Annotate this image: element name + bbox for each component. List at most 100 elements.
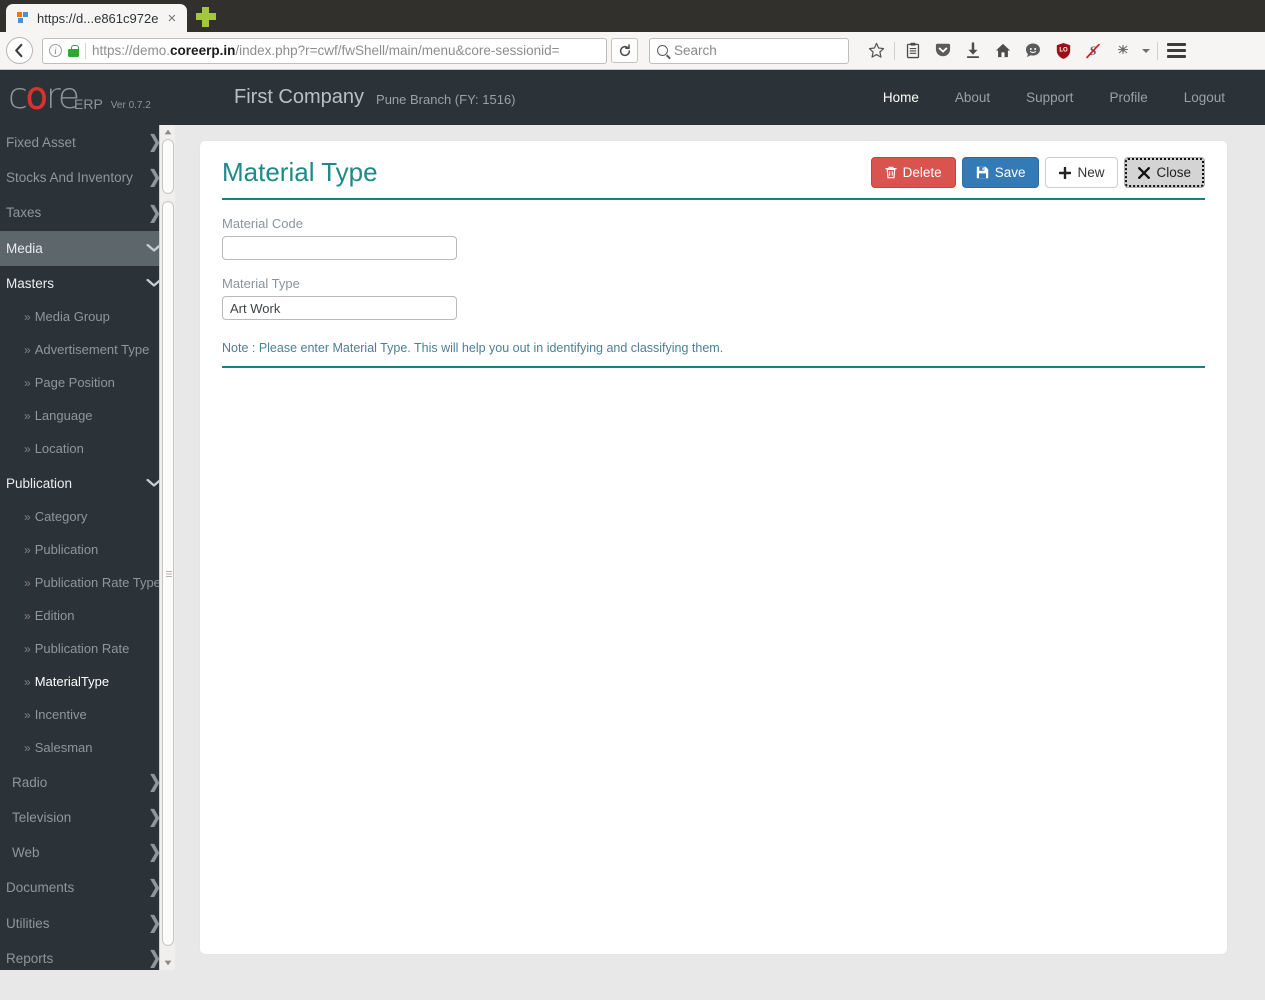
sidebar-item-publication-rate[interactable]: » Publication Rate xyxy=(0,633,175,666)
sidebar-item-publication[interactable]: » Publication xyxy=(0,534,175,567)
sidebar-item-label: Television xyxy=(12,809,72,825)
nav-item-logout[interactable]: Logout xyxy=(1166,84,1243,111)
back-button[interactable] xyxy=(6,37,33,64)
scrollbar-thumb-upper[interactable] xyxy=(162,139,174,194)
scrollbar-track[interactable] xyxy=(161,139,174,956)
sidebar-item-materialtype[interactable]: » MaterialType xyxy=(0,666,175,699)
material-type-input[interactable]: Art Work xyxy=(222,296,457,320)
sidebar-item-documents[interactable]: Documents ❯ xyxy=(0,870,175,905)
pocket-icon[interactable] xyxy=(928,36,958,66)
sidebar-item-label: Documents xyxy=(6,880,75,896)
sidebar-item-media[interactable]: Media xyxy=(0,230,175,266)
reload-button[interactable] xyxy=(611,38,638,63)
sidebar-item-edition[interactable]: » Edition xyxy=(0,600,175,633)
nav-item-profile[interactable]: Profile xyxy=(1091,84,1165,111)
chat-icon[interactable] xyxy=(1018,36,1048,66)
sidebar-item-masters[interactable]: Masters xyxy=(0,266,175,301)
delete-button-label: Delete xyxy=(902,164,942,180)
scroll-down-arrow-icon[interactable] xyxy=(160,956,175,970)
nav-item-support[interactable]: Support xyxy=(1008,84,1091,111)
nav-item-about[interactable]: About xyxy=(937,84,1008,111)
leaf-marker-icon: » xyxy=(24,343,31,358)
action-button-row: Delete Save New Close xyxy=(870,157,1205,188)
leaf-marker-icon: » xyxy=(24,609,31,623)
url-domain: coreerp.in xyxy=(170,43,236,58)
leaf-marker-icon: » xyxy=(24,442,31,456)
sidebar-item-taxes[interactable]: Taxes ❯ xyxy=(0,196,175,231)
sidebar-item-advertisement-type[interactable]: » Advertisement Type xyxy=(0,334,175,367)
sidebar-item-incentive[interactable]: » Incentive xyxy=(0,699,175,732)
browser-tab-strip: https://d...e861c972e × xyxy=(0,0,1265,32)
sidebar-item-label: » Category xyxy=(24,509,88,525)
material-type-label: Material Type xyxy=(222,276,300,291)
url-text: https://demo.coreerp.in/index.php?r=cwf/… xyxy=(92,43,600,58)
sidebar-item-radio[interactable]: Radio ❯ xyxy=(0,765,175,800)
shield-icon[interactable]: LO xyxy=(1048,36,1078,66)
sidebar-item-label: » MaterialType xyxy=(24,673,110,689)
browser-toolbar-icons: LO S xyxy=(861,36,1191,66)
branch-fy-label: Pune Branch (FY: 1516) xyxy=(376,92,516,107)
sidebar-scrollbar[interactable] xyxy=(159,125,175,970)
save-button[interactable]: Save xyxy=(961,157,1040,188)
sidebar-menu: Fixed Asset ❯ Stocks And Inventory ❯ Taxes ❯ M… xyxy=(0,125,175,970)
logo-o: o xyxy=(25,76,49,118)
sidebar-item-publication[interactable]: Publication xyxy=(0,466,175,501)
leaf-marker-icon: » xyxy=(24,310,31,325)
sidebar-item-salesman[interactable]: » Salesman xyxy=(0,732,175,765)
leaf-marker-icon: » xyxy=(24,576,31,591)
sidebar-item-label: » Publication Rate xyxy=(24,640,130,656)
noscript-icon[interactable]: S xyxy=(1078,36,1108,66)
sidebar-item-fixed-asset[interactable]: Fixed Asset ❯ xyxy=(0,125,175,160)
sidebar-item-label: » Incentive xyxy=(24,706,87,722)
material-code-input[interactable] xyxy=(222,236,457,260)
url-bar[interactable]: i https://demo.coreerp.in/index.php?r=cw… xyxy=(42,37,607,64)
plus-icon xyxy=(1059,166,1072,179)
new-tab-button[interactable] xyxy=(193,4,219,30)
star-icon[interactable] xyxy=(861,36,891,66)
app-logo[interactable]: core ERP Ver 0.7.2 xyxy=(0,78,222,116)
leaf-marker-icon: » xyxy=(24,510,31,525)
sidebar-item-page-position[interactable]: » Page Position xyxy=(0,367,175,400)
flash-block-icon[interactable] xyxy=(1108,36,1138,66)
scrollbar-thumb[interactable] xyxy=(162,201,174,946)
chevron-down-icon[interactable] xyxy=(1138,36,1154,66)
sidebar-item-location[interactable]: » Location xyxy=(0,433,175,466)
sidebar-item-stocks-and-inventory[interactable]: Stocks And Inventory ❯ xyxy=(0,160,175,195)
delete-button[interactable]: Delete xyxy=(870,157,956,188)
home-icon[interactable] xyxy=(988,36,1018,66)
scroll-up-arrow-icon[interactable] xyxy=(160,125,175,139)
browser-tab[interactable]: https://d...e861c972e × xyxy=(6,4,188,32)
save-icon xyxy=(976,166,988,179)
sidebar-item-media-group[interactable]: » Media Group xyxy=(0,301,175,334)
sidebar-item-language[interactable]: » Language xyxy=(0,400,175,433)
close-tab-icon[interactable]: × xyxy=(165,11,178,26)
sidebar-item-label: Publication xyxy=(6,475,73,491)
reader-icon[interactable] xyxy=(898,36,928,66)
browser-search-bar[interactable]: Search xyxy=(649,37,849,64)
nav-item-home[interactable]: Home xyxy=(865,84,937,111)
sidebar-item-label: Reports xyxy=(6,950,54,966)
url-prefix: https://demo. xyxy=(92,43,171,58)
sidebar-item-label: » Advertisement Type xyxy=(24,342,150,358)
new-button[interactable]: New xyxy=(1045,157,1119,188)
url-path: /index.php?r=cwf/fwShell/main/menu&core-… xyxy=(235,43,560,58)
sidebar-item-television[interactable]: Television ❯ xyxy=(0,800,175,835)
downloads-icon[interactable] xyxy=(958,36,988,66)
logo-c: c xyxy=(8,76,28,118)
sidebar-item-web[interactable]: Web ❯ xyxy=(0,835,175,870)
sidebar-item-reports[interactable]: Reports ❯ xyxy=(0,941,175,970)
sidebar-item-category[interactable]: » Category xyxy=(0,501,175,534)
main-content: Material Type Delete Save New Close Mate… xyxy=(175,125,1265,970)
sidebar-item-publication-rate-type[interactable]: » Publication Rate Type xyxy=(0,567,175,600)
info-icon[interactable]: i xyxy=(49,44,62,57)
sidebar-item-label: Fixed Asset xyxy=(6,134,76,150)
menu-icon[interactable] xyxy=(1161,36,1191,66)
toolbar-divider xyxy=(894,41,895,60)
sidebar-item-label: Taxes xyxy=(6,205,42,221)
close-button-label: Close xyxy=(1156,164,1191,180)
sidebar-item-utilities[interactable]: Utilities ❯ xyxy=(0,906,175,941)
leaf-marker-icon: » xyxy=(24,707,31,722)
close-button[interactable]: Close xyxy=(1124,157,1205,188)
sidebar-item-label: » Location xyxy=(24,441,84,456)
trash-icon xyxy=(885,166,897,179)
